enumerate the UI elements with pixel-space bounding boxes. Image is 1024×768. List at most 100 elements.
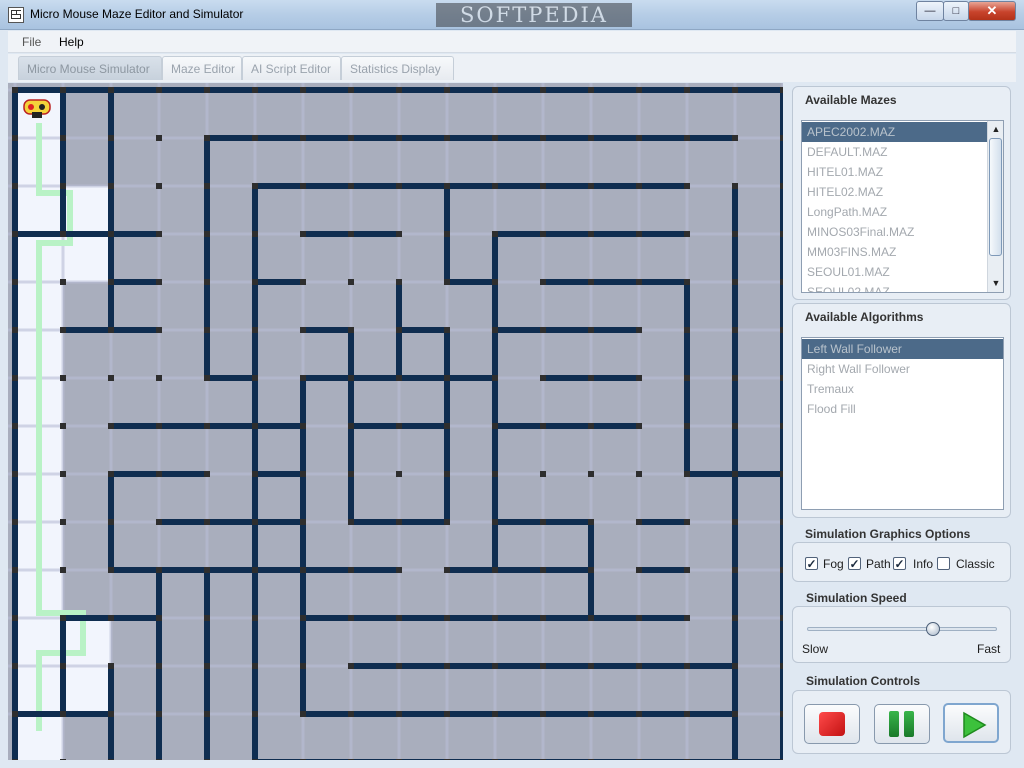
checkbox-info[interactable]: ✓ (893, 557, 906, 570)
watermark-logo: SOFTPEDIA (436, 3, 632, 27)
maze-list-item[interactable]: LongPath.MAZ (802, 202, 987, 222)
maze-list-scrollbar[interactable]: ▲ ▼ (987, 121, 1003, 292)
maximize-button[interactable]: □ (943, 1, 969, 21)
wall-post (204, 423, 210, 429)
maze-canvas[interactable] (8, 83, 783, 760)
wall-post (108, 615, 114, 621)
wall-post (444, 279, 450, 285)
wall-post (252, 471, 258, 477)
wall-post (732, 423, 738, 429)
available-mazes-title: Available Mazes (805, 93, 897, 107)
maze-list-item[interactable]: DEFAULT.MAZ (802, 142, 987, 162)
tab-maze-editor[interactable]: Maze Editor (162, 56, 242, 80)
checkbox-fog[interactable]: ✓ (805, 557, 818, 570)
wall-post (732, 327, 738, 333)
wall-post (492, 231, 498, 237)
wall-post (732, 519, 738, 525)
wall-post (348, 279, 354, 285)
tab-ai-script-editor[interactable]: AI Script Editor (242, 56, 341, 80)
algorithm-list-item[interactable]: Flood Fill (802, 399, 1003, 419)
maze-list-item[interactable]: MINOS03Final.MAZ (802, 222, 987, 242)
wall-post (60, 759, 66, 760)
wall-post (540, 87, 546, 93)
tab-micro-mouse-simulator[interactable]: Micro Mouse Simulator (18, 56, 162, 80)
scroll-up-icon[interactable]: ▲ (988, 121, 1004, 137)
wall-post (588, 135, 594, 141)
wall-post (300, 327, 306, 333)
checkbox-classic[interactable] (937, 557, 950, 570)
wall-post (348, 759, 354, 760)
wall-post (396, 471, 402, 477)
wall-post (108, 423, 114, 429)
maze-list-item[interactable]: HITEL02.MAZ (802, 182, 987, 202)
wall-post (348, 471, 354, 477)
wall-post (60, 87, 66, 93)
wall-post (732, 663, 738, 669)
maze-list-item[interactable]: MM03FINS.MAZ (802, 242, 987, 262)
wall-post (636, 759, 642, 760)
wall-post (588, 279, 594, 285)
wall-post (636, 375, 642, 381)
pause-button[interactable] (874, 704, 930, 744)
wall-post (60, 135, 66, 141)
scroll-down-icon[interactable]: ▼ (988, 275, 1004, 291)
wall-post (636, 279, 642, 285)
close-button[interactable]: ✕ (968, 1, 1016, 21)
algorithm-list-item[interactable]: Left Wall Follower (802, 339, 1003, 359)
maze-list-item[interactable]: SEOUL01.MAZ (802, 262, 987, 282)
wall-post (348, 615, 354, 621)
wall-post (636, 711, 642, 717)
speed-slider-track[interactable] (807, 627, 997, 631)
algorithm-list[interactable]: Left Wall Follower Right Wall Follower Tre… (801, 337, 1004, 510)
speed-slow-label: Slow (802, 642, 829, 656)
wall-post (444, 615, 450, 621)
wall-post (204, 663, 210, 669)
menu-help[interactable]: Help (59, 35, 84, 49)
wall-post (444, 519, 450, 525)
tab-statistics-display[interactable]: Statistics Display (341, 56, 454, 80)
wall-post (12, 519, 18, 525)
wall-post (12, 615, 18, 621)
maze-list-item[interactable]: APEC2002.MAZ (802, 122, 987, 142)
wall-post (108, 711, 114, 717)
minimize-button[interactable]: — (916, 1, 944, 21)
wall-post (348, 87, 354, 93)
wall-post (60, 471, 66, 477)
wall-post (156, 375, 162, 381)
wall-post (780, 615, 783, 621)
wall-post (396, 279, 402, 285)
wall-post (60, 279, 66, 285)
maze-list-item[interactable]: HITEL01.MAZ (802, 162, 987, 182)
checkbox-label-fog: Fog (823, 557, 844, 571)
wall-post (684, 567, 690, 573)
speed-slider-thumb[interactable] (926, 622, 940, 636)
wall-post (108, 279, 114, 285)
maze-list[interactable]: APEC2002.MAZ DEFAULT.MAZ HITEL01.MAZ HITEL0… (801, 120, 1004, 293)
maze-list-item[interactable]: SEOUL02.MAZ (802, 282, 987, 292)
graphics-options-row: ✓ Fog ✓ Path ✓ Info Classic (800, 556, 1010, 574)
menu-file[interactable]: File (22, 35, 41, 49)
wall-post (636, 567, 642, 573)
wall-post (588, 663, 594, 669)
wall-post (348, 567, 354, 573)
algorithm-list-item[interactable]: Right Wall Follower (802, 359, 1003, 379)
wall-post (636, 231, 642, 237)
wall-post (252, 327, 258, 333)
wall-post (252, 567, 258, 573)
wall-post (444, 567, 450, 573)
scroll-thumb[interactable] (989, 138, 1002, 256)
wall-post (396, 375, 402, 381)
wall-post (156, 87, 162, 93)
stop-button[interactable] (804, 704, 860, 744)
wall-post (780, 231, 783, 237)
wall-post (684, 279, 690, 285)
wall-post (540, 183, 546, 189)
graphics-options-title: Simulation Graphics Options (805, 527, 971, 541)
play-button[interactable] (943, 703, 999, 743)
wall-post (252, 279, 258, 285)
algorithm-list-item[interactable]: Tremaux (802, 379, 1003, 399)
checkbox-path[interactable]: ✓ (848, 557, 861, 570)
wall-post (732, 471, 738, 477)
wall-post (588, 375, 594, 381)
wall-post (492, 663, 498, 669)
